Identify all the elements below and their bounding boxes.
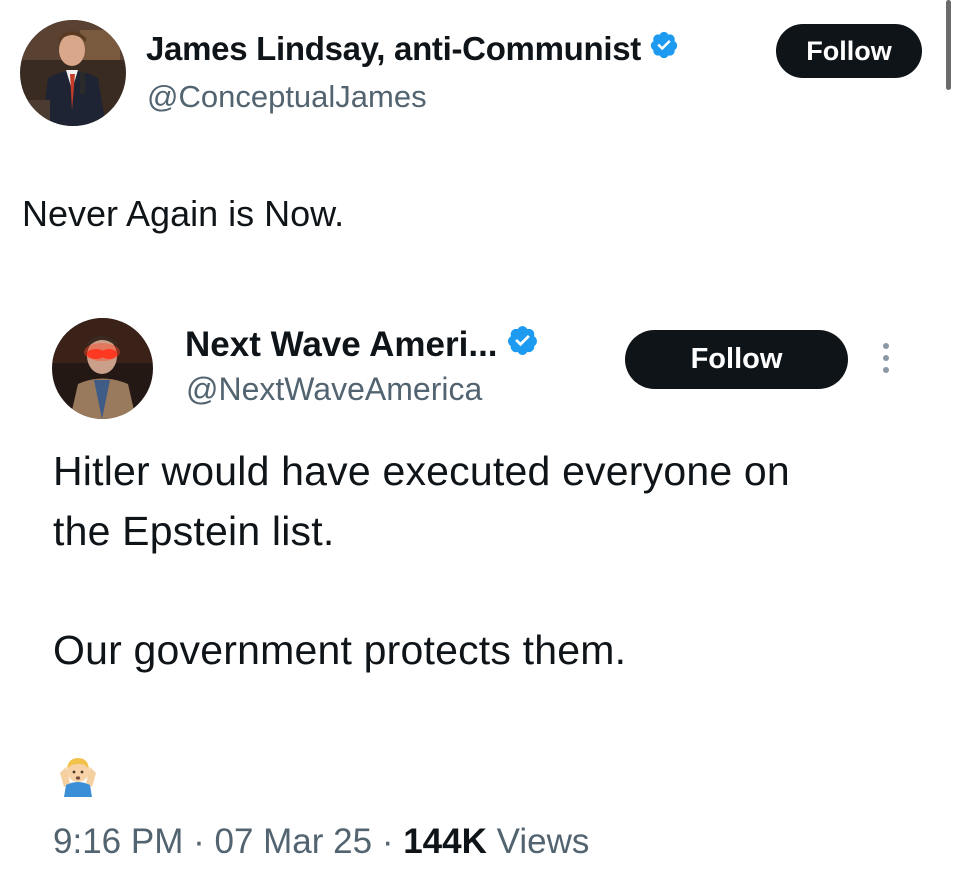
follow-button[interactable]: Follow: [776, 24, 922, 78]
author-name[interactable]: James Lindsay, anti-Communist: [146, 30, 679, 68]
quoted-author-name[interactable]: Next Wave Ameri...: [185, 324, 539, 366]
tweet-text: Never Again is Now.: [22, 193, 345, 234]
tweet-date[interactable]: 07 Mar 25: [214, 822, 372, 861]
tweet-metadata: 9:16 PM · 07 Mar 25 · 144K Views: [53, 822, 589, 862]
quoted-text-line-3: Our government protects them.: [53, 627, 627, 673]
views-count: 144K: [403, 822, 487, 861]
avatar-photo-icon: [20, 20, 126, 126]
person-shrugging-emoji-icon: [56, 753, 100, 797]
separator: ·: [381, 822, 394, 861]
author-handle[interactable]: @ConceptualJames: [147, 79, 427, 115]
more-options-icon[interactable]: [880, 343, 892, 379]
quoted-avatar[interactable]: [52, 318, 153, 419]
quoted-follow-button[interactable]: Follow: [625, 330, 848, 389]
separator: ·: [193, 822, 205, 861]
scrollbar[interactable]: [946, 0, 951, 90]
quoted-avatar-photo-icon: [52, 318, 153, 419]
quoted-text-line-2: the Epstein list.: [53, 508, 335, 554]
quoted-text-line-1: Hitler would have executed everyone on: [53, 448, 790, 494]
quoted-author-handle[interactable]: @NextWaveAmerica: [186, 371, 482, 408]
tweet-time[interactable]: 9:16 PM: [53, 822, 183, 861]
verified-badge-icon: [649, 30, 679, 68]
verified-badge-icon: [506, 324, 539, 366]
views-label: Views: [496, 822, 590, 861]
avatar[interactable]: [20, 20, 126, 126]
